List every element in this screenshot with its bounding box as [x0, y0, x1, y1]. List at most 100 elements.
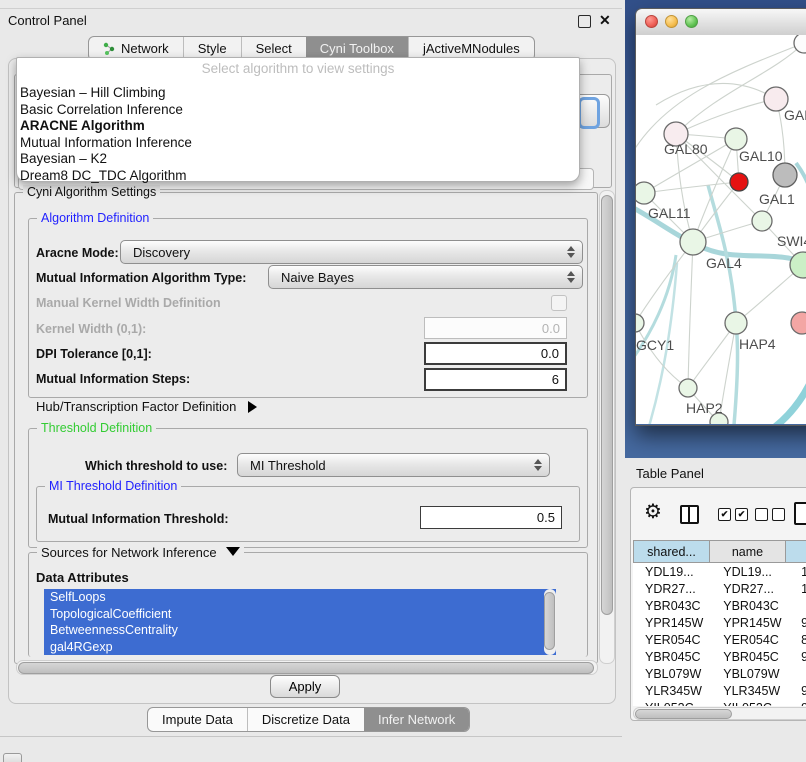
- node-gal1[interactable]: [752, 211, 772, 231]
- node-gray[interactable]: [773, 163, 797, 187]
- list-item[interactable]: SelfLoops: [44, 589, 556, 606]
- kernel-width-value: 0.0: [542, 321, 560, 336]
- minimize-traffic-light-icon[interactable]: [665, 15, 678, 28]
- dropdown-item[interactable]: Basic Correlation Inference: [17, 102, 579, 119]
- tab-impute-data[interactable]: Impute Data: [148, 708, 247, 731]
- table-rows: YDL19...YDL19...13 YDR27...YDR27...12 YB…: [633, 563, 806, 706]
- select-all-checkboxes-icon[interactable]: ✔✔: [718, 508, 748, 521]
- dropdown-hint: Select algorithm to view settings: [17, 61, 579, 77]
- table-row[interactable]: YBR043CYBR043C: [633, 597, 806, 614]
- data-attributes-list: SelfLoops TopologicalCoefficient Between…: [44, 589, 556, 655]
- hub-definition-toggle[interactable]: Hub/Transcription Factor Definition: [36, 399, 257, 414]
- manual-kernel-checkbox[interactable]: [551, 295, 567, 311]
- node-gal4[interactable]: [680, 229, 706, 255]
- tab-discretize-data[interactable]: Discretize Data: [247, 708, 364, 731]
- node-label: HAP2: [686, 400, 723, 416]
- dropdown-item-selected[interactable]: ARACNE Algorithm: [17, 118, 579, 135]
- table-row[interactable]: YPR145WYPR145W9.: [633, 614, 806, 631]
- float-window-icon[interactable]: [578, 15, 591, 28]
- list-item[interactable]: BetweennessCentrality: [44, 622, 556, 639]
- node-label: GAL1: [759, 191, 795, 207]
- deselect-all-checkboxes-icon[interactable]: [755, 508, 785, 521]
- combo-arrows-icon: [567, 271, 575, 283]
- mi-steps-field[interactable]: 6: [424, 368, 567, 391]
- which-threshold-label: Which threshold to use:: [85, 459, 227, 473]
- table-row[interactable]: YBL079WYBL079W: [633, 665, 806, 682]
- table-panel-title: Table Panel: [636, 466, 704, 481]
- collapse-down-icon[interactable]: [226, 547, 240, 556]
- control-panel: Control Panel ✕ Network Style: [0, 0, 622, 762]
- gear-icon[interactable]: ⚙: [644, 502, 662, 522]
- hub-definition-label: Hub/Transcription Factor Definition: [36, 399, 236, 414]
- mi-steps-label: Mutual Information Steps:: [36, 372, 190, 386]
- dropdown-item[interactable]: Bayesian – Hill Climbing: [17, 85, 579, 102]
- node-label: HAP4: [739, 336, 776, 352]
- table-row[interactable]: YLR345WYLR345W9.: [633, 682, 806, 699]
- aracne-mode-value: Discovery: [133, 245, 190, 260]
- dropdown-item[interactable]: Bayesian – K2: [17, 151, 579, 168]
- node-label: GAL11: [648, 205, 691, 221]
- table-row[interactable]: YIL052CYIL052C9: [633, 699, 806, 706]
- network-window-titlebar[interactable]: [636, 9, 806, 36]
- node-hap2[interactable]: [679, 379, 697, 397]
- combo-arrows-icon: [567, 246, 575, 258]
- node-gal10[interactable]: [725, 128, 747, 150]
- split-columns-icon[interactable]: [680, 505, 699, 524]
- kernel-width-label: Kernel Width (0,1):: [36, 322, 146, 336]
- table-row[interactable]: YDL19...YDL19...13: [633, 563, 806, 580]
- manual-kernel-label: Manual Kernel Width Definition: [36, 296, 221, 310]
- zoom-traffic-light-icon[interactable]: [685, 15, 698, 28]
- dpi-tolerance-label: DPI Tolerance [0,1]:: [36, 347, 152, 361]
- new-table-icon[interactable]: [794, 502, 806, 525]
- column-header-partial[interactable]: [785, 540, 806, 563]
- close-icon[interactable]: ✕: [599, 12, 611, 29]
- bottom-tabbar: Impute Data Discretize Data Infer Networ…: [147, 707, 470, 732]
- combo-focus-ring: [578, 97, 600, 129]
- node-label: GAL80: [664, 141, 708, 157]
- which-threshold-combo[interactable]: MI Threshold: [237, 453, 550, 477]
- application-window: Control Panel ✕ Network Style: [0, 0, 806, 762]
- node-salmon[interactable]: [791, 312, 806, 334]
- node-label: SWI4: [777, 233, 806, 249]
- mi-threshold-field[interactable]: 0.5: [420, 506, 562, 529]
- node-label: GAL4: [706, 255, 742, 271]
- aracne-mode-combo[interactable]: Discovery: [120, 240, 583, 264]
- list-item[interactable]: TopologicalCoefficient: [44, 606, 556, 623]
- network-desktop: GAL8 GAL80 GAL10 GAL11 GAL1 SWI4 GAL4 GC…: [625, 0, 806, 458]
- node-hap4[interactable]: [725, 312, 747, 334]
- algorithm-dropdown-list: Select algorithm to view settings Bayesi…: [16, 57, 580, 182]
- dpi-tolerance-value: 0.0: [541, 346, 559, 361]
- column-header-name[interactable]: name: [709, 540, 786, 563]
- network-canvas[interactable]: GAL8 GAL80 GAL10 GAL11 GAL1 SWI4 GAL4 GC…: [636, 35, 806, 424]
- combo-arrows-icon: [534, 459, 542, 471]
- node-gcy1[interactable]: [636, 314, 644, 332]
- list-item[interactable]: gal4RGexp: [44, 639, 556, 656]
- dropdown-item[interactable]: Dream8 DC_TDC Algorithm: [17, 168, 579, 185]
- table-horizontal-scrollbar-thumb[interactable]: [635, 709, 732, 719]
- table-row[interactable]: YER054CYER054C8.: [633, 631, 806, 648]
- control-panel-titlebar: Control Panel ✕: [0, 8, 622, 33]
- kernel-width-field[interactable]: 0.0: [424, 317, 567, 339]
- mi-type-combo[interactable]: Naive Bayes: [268, 265, 583, 289]
- collapsed-panel-button[interactable]: [3, 753, 22, 762]
- node-red-selected[interactable]: [730, 173, 748, 191]
- tab-infer-network[interactable]: Infer Network: [364, 708, 469, 731]
- mi-steps-value: 6: [552, 372, 559, 387]
- mi-type-value: Naive Bayes: [281, 270, 354, 285]
- dropdown-item[interactable]: Mutual Information Inference: [17, 135, 579, 152]
- mi-threshold-value: 0.5: [537, 510, 555, 525]
- table-row[interactable]: YBR045CYBR045C9.: [633, 648, 806, 665]
- dpi-tolerance-field[interactable]: 0.0: [424, 342, 567, 365]
- control-panel-title: Control Panel: [8, 13, 87, 28]
- close-traffic-light-icon[interactable]: [645, 15, 658, 28]
- column-header-shared[interactable]: shared...: [633, 540, 710, 563]
- tab-infer-network-label: Infer Network: [378, 708, 455, 731]
- apply-button[interactable]: Apply: [270, 675, 340, 698]
- network-window: GAL8 GAL80 GAL10 GAL11 GAL1 SWI4 GAL4 GC…: [635, 8, 806, 426]
- node-label: GAL10: [739, 148, 783, 164]
- list-vertical-scrollbar-thumb[interactable]: [544, 592, 555, 650]
- settings-horizontal-scrollbar-thumb[interactable]: [18, 662, 594, 674]
- settings-vertical-scrollbar-thumb[interactable]: [601, 195, 613, 615]
- node-gal11[interactable]: [636, 182, 655, 204]
- table-row[interactable]: YDR27...YDR27...12: [633, 580, 806, 597]
